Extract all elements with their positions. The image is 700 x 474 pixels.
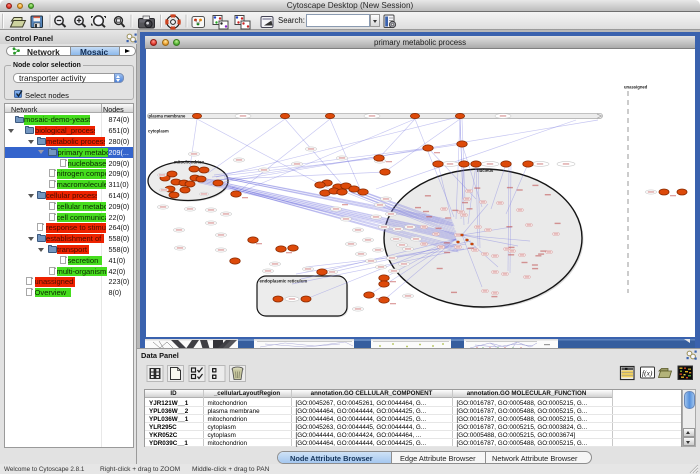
svg-text:endoplasmic reticulum: endoplasmic reticulum bbox=[260, 279, 308, 284]
svg-text:f(x): f(x) bbox=[642, 369, 653, 378]
svg-text:unassigned: unassigned bbox=[624, 85, 648, 90]
svg-text:plasma membrane: plasma membrane bbox=[149, 114, 186, 119]
svg-text:cytoplasm: cytoplasm bbox=[148, 129, 169, 134]
svg-text:nucleus: nucleus bbox=[477, 168, 494, 173]
svg-text:mitochondrion: mitochondrion bbox=[174, 160, 204, 165]
